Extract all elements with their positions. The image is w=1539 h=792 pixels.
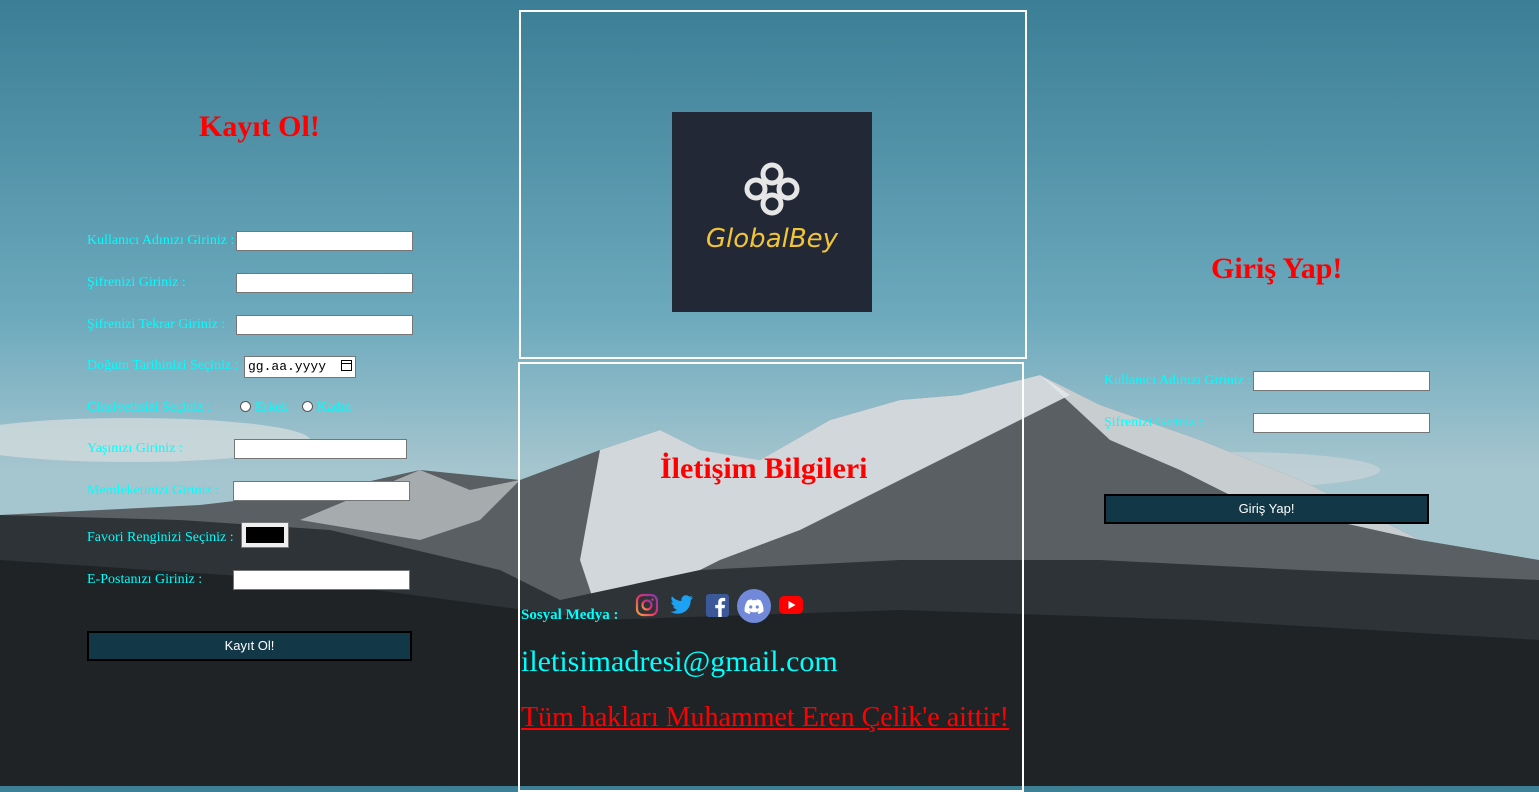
instagram-icon[interactable]: [635, 593, 659, 617]
social-media-label: Sosyal Medya :: [521, 607, 619, 623]
login-title: Giriş Yap!: [1211, 252, 1343, 285]
gender-male-radio[interactable]: [240, 401, 251, 412]
twitter-icon[interactable]: [670, 594, 694, 616]
logo-text: GlobalBey: [705, 224, 839, 254]
register-title: Kayıt Ol!: [199, 110, 320, 143]
gender-female-label: Kadın: [317, 400, 352, 415]
gender-male-label: Erkek: [255, 400, 289, 415]
login-username-input[interactable]: [1253, 371, 1430, 391]
calendar-icon[interactable]: [341, 360, 352, 371]
color-swatch: [246, 527, 284, 543]
register-password-input[interactable]: [236, 273, 413, 293]
discord-icon[interactable]: [737, 589, 771, 623]
password-repeat-label: Şifrenizi Tekrar Giriniz :: [87, 317, 226, 332]
gender-label: Cinsiyetinizi Seçiniz :: [87, 400, 211, 415]
login-username-label: Kullanıcı Adınızı Giriniz :: [1104, 373, 1252, 388]
login-password-label: Şifrenizi Giriniz :: [1104, 415, 1203, 430]
hometown-label: Memleketinizi Giriniz :: [87, 483, 220, 498]
youtube-icon[interactable]: [779, 596, 803, 614]
email-label: E-Postanızı Giriniz :: [87, 572, 203, 587]
favorite-color-label: Favori Renginizi Seçiniz :: [87, 530, 234, 545]
register-username-input[interactable]: [236, 231, 413, 251]
favorite-color-picker[interactable]: [241, 522, 289, 548]
facebook-icon[interactable]: [706, 594, 729, 617]
register-submit-button[interactable]: Kayıt Ol!: [87, 631, 412, 661]
login-submit-button[interactable]: Giriş Yap!: [1104, 494, 1429, 524]
age-input[interactable]: [234, 439, 407, 459]
contact-email: iletisimadresi@gmail.com: [521, 645, 838, 678]
register-email-input[interactable]: [233, 570, 410, 590]
username-label: Kullanıcı Adınızı Giriniz :: [87, 233, 235, 248]
register-password-repeat-input[interactable]: [236, 315, 413, 335]
birthdate-value: gg.aa.yyyy: [248, 359, 327, 374]
birthdate-label: Doğum Tarihinizi Seçiniz :: [87, 358, 239, 373]
copyright-link[interactable]: Tüm hakları Muhammet Eren Çelik'e aittir…: [521, 702, 1009, 734]
password-label: Şifrenizi Giriniz :: [87, 275, 186, 290]
gender-female-radio[interactable]: [302, 401, 313, 412]
age-label: Yaşınızı Giriniz :: [87, 441, 183, 456]
globalbey-logo: GlobalBey: [672, 112, 872, 312]
knot-icon: [744, 162, 800, 216]
hometown-input[interactable]: [233, 481, 410, 501]
contact-title: İletişim Bilgileri: [660, 452, 868, 485]
birthdate-input[interactable]: gg.aa.yyyy: [244, 356, 356, 378]
login-password-input[interactable]: [1253, 413, 1430, 433]
